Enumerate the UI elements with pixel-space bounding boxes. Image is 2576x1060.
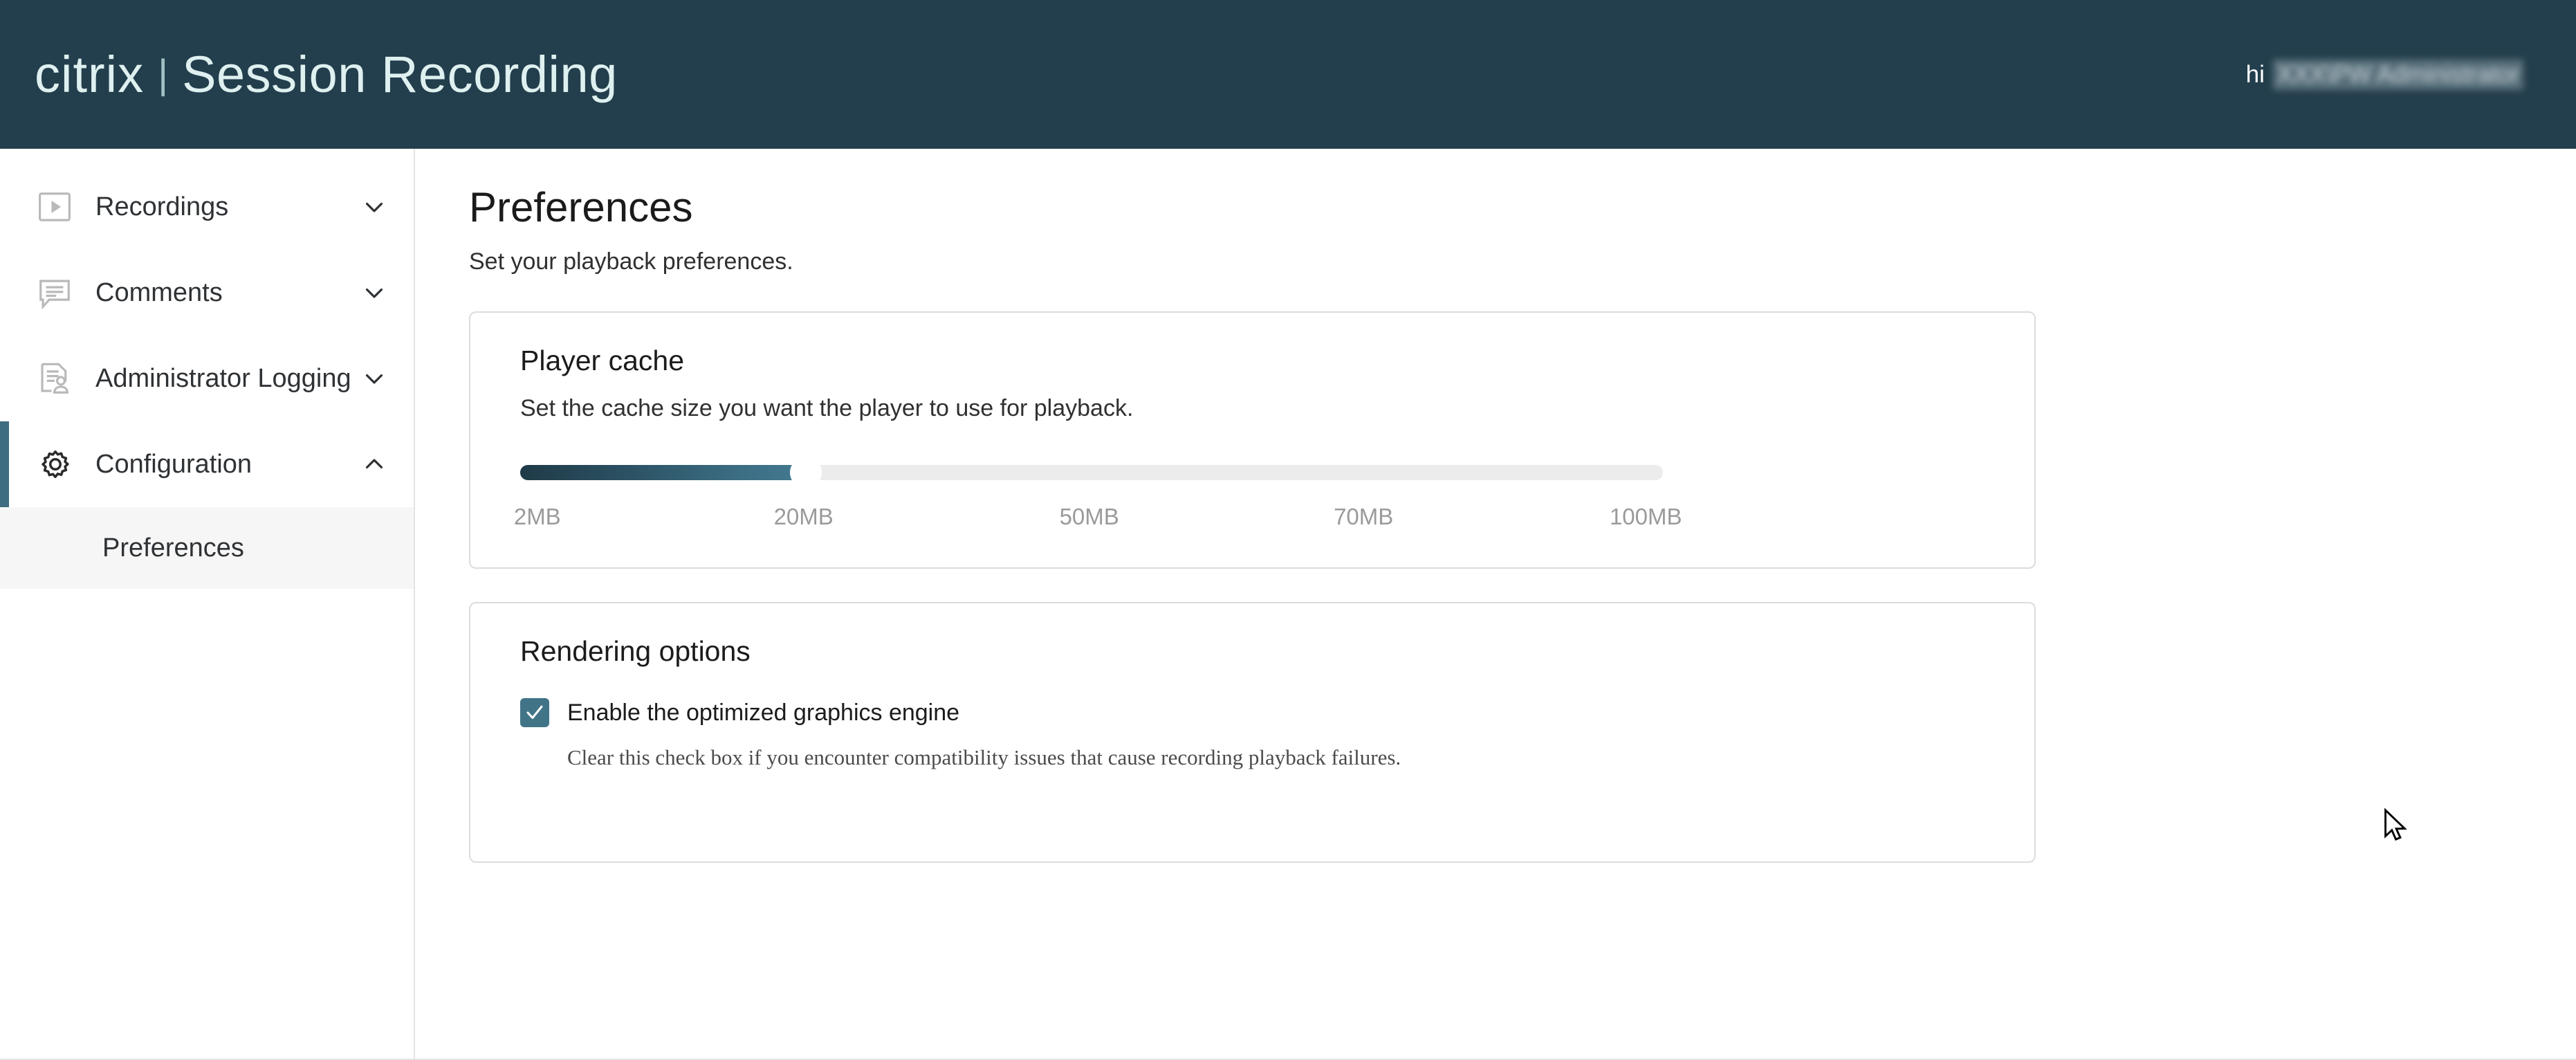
player-cache-description: Set the cache size you want the player t… [520,395,1134,421]
user-greeting[interactable]: hi XXX\PW Administrator [2245,59,2530,90]
player-cache-slider-zone: 2MB 20MB 50MB 70MB 100MB [514,457,1985,534]
player-cache-card: Player cache Set the cache size you want… [469,311,2036,569]
slider-handle[interactable] [790,457,822,488]
slider-tick-label: 50MB [1059,504,1119,529]
sidebar-item-configuration[interactable]: Configuration [0,421,414,507]
gear-icon [36,445,79,484]
greeting-label: hi [2245,60,2265,88]
document-user-icon [36,360,79,397]
slider-tick-label: 20MB [773,504,834,529]
brand-logo[interactable]: citrix | Session Recording [35,45,618,103]
slider-tick-labels: 2MB 20MB 50MB 70MB 100MB [514,504,1682,534]
sidebar-subitem-label: Preferences [102,533,244,563]
optimized-graphics-checkbox[interactable] [520,698,549,727]
user-name-label: XXX\PW Administrator [2272,59,2523,90]
comment-bubble-icon [36,274,79,311]
sidebar-item-preferences[interactable]: Preferences [0,507,414,589]
sidebar-item-administrator-logging[interactable]: Administrator Logging [0,336,414,421]
sidebar-item-label: Comments [95,277,223,307]
rendering-options-card: Rendering options Enable the optimized g… [469,602,2036,863]
chevron-down-icon[interactable] [360,194,389,219]
sidebar-item-label: Configuration [95,449,252,479]
chevron-down-icon[interactable] [360,280,389,305]
slider-tick-label: 100MB [1609,504,1682,529]
app-header: citrix | Session Recording hi XXX\PW Adm… [0,0,2576,149]
citrix-wordmark: citrix [35,45,145,103]
player-cache-title: Player cache [520,345,685,376]
page-title: Preferences [469,184,693,230]
sidebar-item-comments[interactable]: Comments [0,250,414,336]
optimized-graphics-help-text: Clear this check box if you encounter co… [567,745,1401,769]
rendering-options-title: Rendering options [520,635,751,667]
sidebar-item-label: Recordings [95,192,229,221]
page-subtitle: Set your playback preferences. [469,248,793,275]
play-square-icon [36,188,79,226]
app-name-label: Session Recording [182,45,618,103]
chevron-down-icon[interactable] [360,366,389,391]
brand-separator: | [158,51,169,97]
sidebar-item-label: Administrator Logging [95,363,351,393]
slider-fill [520,465,806,480]
slider-tick-label: 2MB [513,504,561,529]
optimized-graphics-label: Enable the optimized graphics engine [567,699,960,726]
cache-size-slider[interactable] [520,457,1663,488]
chevron-up-icon[interactable] [360,452,389,477]
slider-tick-label: 70MB [1334,504,1394,529]
main-content: Preferences Set your playback preference… [415,149,2576,1060]
sidebar-nav: Recordings Comments Administrator Loggin… [0,149,415,1060]
page-body: Recordings Comments Administrator Loggin… [0,149,2576,1060]
optimized-graphics-row[interactable]: Enable the optimized graphics engine [520,698,1985,727]
sidebar-item-recordings[interactable]: Recordings [0,164,414,250]
